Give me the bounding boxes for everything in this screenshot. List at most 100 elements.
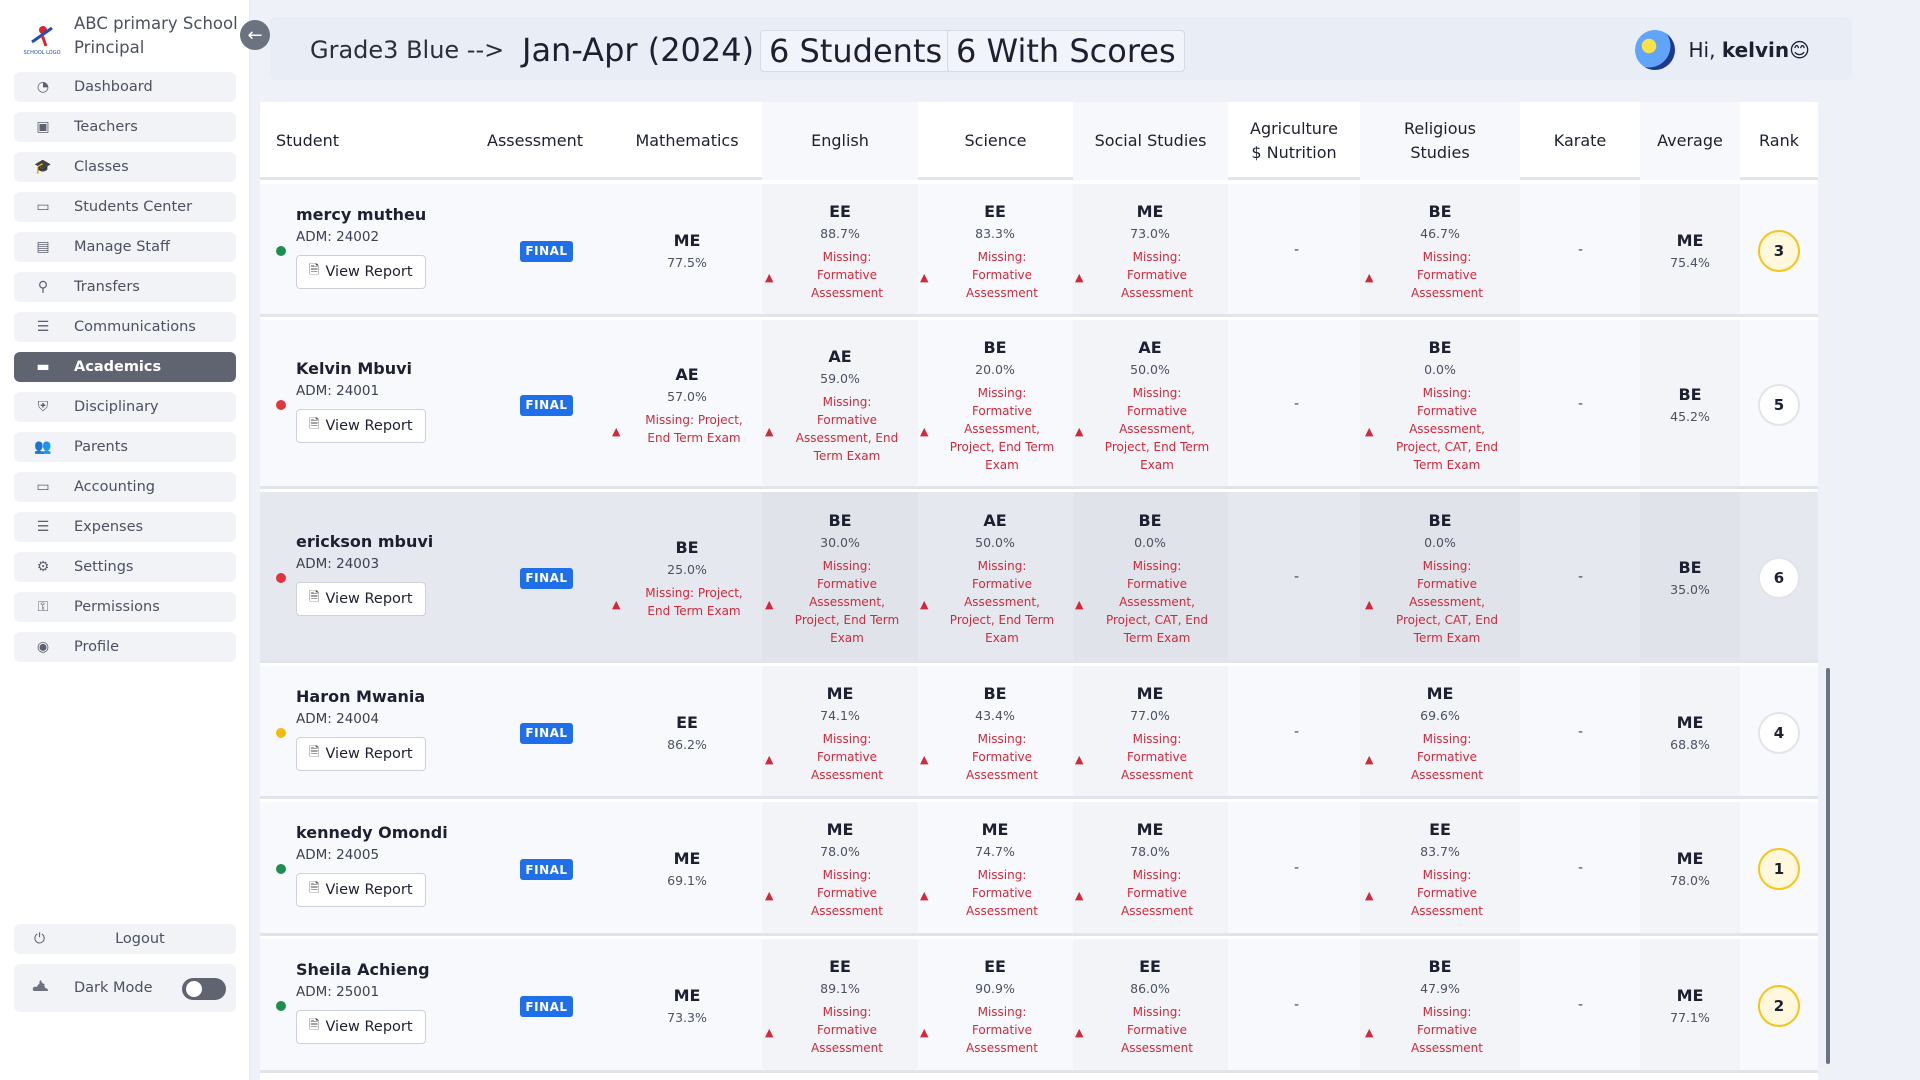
sidebar-item-classes[interactable]: 🎓 Classes (14, 152, 236, 182)
view-report-label: View Report (325, 263, 413, 280)
missing-line: Missing: (1132, 249, 1182, 264)
karate-empty: - (1578, 568, 1584, 585)
warning-icon: ▲ (765, 1026, 774, 1039)
dark-mode-toggle[interactable] (182, 978, 226, 1000)
student-name: mercy mutheu (296, 204, 427, 224)
avatar (1634, 30, 1675, 70)
score-percent: 20.0% (975, 361, 1015, 377)
warning-icon: ▲ (612, 597, 621, 611)
missing-line: Formative (816, 576, 878, 591)
average-percent: 68.8% (1670, 736, 1710, 752)
missing-line: Assessment (811, 904, 883, 918)
graduation-cap-icon: 🎓 (34, 159, 52, 175)
missing-line: Missing: (822, 394, 872, 409)
missing-line: Missing: (1422, 731, 1472, 746)
missing-assessments-note: ▲ Missing: Formative Assessment (765, 866, 915, 920)
missing-assessments-note: ▲ Missing: Formative Assessment, Project, En… (920, 384, 1070, 474)
document-icon: 🗎 (309, 416, 320, 432)
average-grade: ME (1676, 712, 1704, 732)
score-percent: 83.3% (975, 225, 1015, 241)
warning-icon: ▲ (765, 270, 774, 284)
assessment-badge: FINAL (520, 996, 573, 1017)
average-percent: 75.4% (1670, 254, 1710, 270)
view-report-button[interactable]: 🗎 View Report (296, 1010, 426, 1044)
score-percent: 25.0% (667, 561, 707, 577)
score-cell-english: BE 30.0% ▲ Missing: Formative Assessment, Proj… (765, 509, 915, 647)
rank-badge: 6 (1758, 556, 1800, 599)
missing-line: Missing: (822, 868, 872, 882)
col-rank: Rank (1759, 131, 1799, 150)
sidebar-item-teachers[interactable]: ▣ Teachers (14, 112, 236, 142)
missing-line: Missing: (822, 558, 872, 573)
view-report-button[interactable]: 🗎 View Report (296, 254, 426, 289)
sidebar-item-disciplinary[interactable]: ⛨ Disciplinary (14, 392, 236, 422)
missing-line: Project, End Term (1104, 439, 1210, 454)
grade-label: ME (826, 820, 854, 839)
student-name: Sheila Achieng (296, 960, 430, 979)
term-period: Jan-Apr (2024) (522, 31, 755, 69)
sidebar-item-label: Permissions (74, 599, 160, 615)
view-report-button[interactable]: 🗎 View Report (296, 581, 426, 616)
score-percent: 90.9% (975, 981, 1015, 996)
scrollbar-thumb[interactable] (1826, 668, 1830, 1064)
view-report-button[interactable]: 🗎 View Report (296, 408, 426, 443)
sidebar-item-parents[interactable]: 👥 Parents (14, 432, 236, 462)
sidebar-item-label: Teachers (74, 119, 138, 135)
student-name: erickson mbuvi (296, 531, 434, 551)
gear-icon: ⚙ (36, 559, 50, 575)
logout-button[interactable]: ⏻ Logout (14, 924, 236, 954)
sidebar-item-dashboard[interactable]: ◔ Dashboard (14, 72, 236, 102)
missing-line: Exam (985, 630, 1019, 645)
sidebar-item-manage-staff[interactable]: ▤ Manage Staff (14, 232, 236, 262)
missing-line: Assessment, (1119, 594, 1195, 609)
sidebar-item-students-center[interactable]: ▭ Students Center (14, 192, 236, 222)
score-cell-social: BE 0.0% ▲ Missing: Formative Assessment, Proje… (1075, 509, 1225, 647)
missing-line: Missing: (1132, 385, 1182, 400)
view-report-button[interactable]: 🗎 View Report (296, 736, 426, 771)
missing-line: Assessment, End (795, 430, 899, 445)
collapse-sidebar-button[interactable]: ← (240, 20, 270, 50)
sidebar-item-label: Dashboard (74, 79, 153, 95)
grade-label: BE (983, 337, 1007, 357)
missing-line: Missing: (1132, 1005, 1182, 1019)
status-dot (276, 245, 286, 256)
sidebar-item-label: Academics (74, 359, 162, 375)
score-cell-social: ME 73.0% ▲ Missing: Formative Assessment (1075, 200, 1225, 302)
moon-cloud-icon (32, 978, 54, 998)
col-english: English (762, 102, 918, 180)
view-report-button[interactable]: 🗎 View Report (296, 873, 426, 907)
missing-line: Missing: (977, 558, 1027, 573)
score-cell-science: AE 50.0% ▲ Missing: Formative Assessment, Proj… (920, 509, 1070, 647)
grade-label: ME (673, 230, 701, 250)
missing-line: Formative (1416, 1023, 1478, 1037)
sidebar-item-transfers[interactable]: ⚲ Transfers (14, 272, 236, 302)
users-icon: 👥 (34, 439, 52, 455)
missing-line: Assessment (1121, 285, 1193, 300)
missing-line: Formative (1126, 267, 1188, 282)
warning-icon: ▲ (920, 889, 929, 902)
missing-assessments-note: ▲ Missing: Formative Assessment, Project, En… (765, 557, 915, 647)
missing-assessments-note: ▲ Missing: Formative Assessment (765, 248, 915, 302)
sidebar-item-permissions[interactable]: ⚿ Permissions (14, 592, 236, 622)
missing-line: Assessment (966, 767, 1038, 782)
sidebar-item-label: Disciplinary (74, 399, 159, 415)
karate-empty: - (1578, 860, 1584, 876)
missing-assessments-note: ▲ Missing: Formative Assessment (1365, 1003, 1515, 1057)
sidebar-item-settings[interactable]: ⚙ Settings (14, 552, 236, 582)
score-percent: 74.1% (820, 707, 860, 723)
score-percent: 77.0% (1130, 707, 1170, 723)
warning-icon: ▲ (765, 597, 774, 611)
document-icon: 🗎 (309, 744, 320, 760)
sidebar-item-label: Settings (74, 559, 134, 575)
user-menu[interactable]: Hi, kelvin😊 (1634, 30, 1810, 70)
missing-line: End Term Exam (647, 430, 741, 445)
sidebar-item-communications[interactable]: ☰ Communications (14, 312, 236, 342)
sidebar-item-expenses[interactable]: ☰ Expenses (14, 512, 236, 542)
sidebar-item-profile[interactable]: ◉ Profile (14, 632, 236, 662)
missing-assessments-note: ▲ Missing: Formative Assessment, End Term Ex… (765, 393, 915, 465)
col-agriculture: Agriculture $ Nutrition (1250, 119, 1338, 162)
dark-mode-row: Dark Mode (14, 964, 236, 1012)
sidebar-item-academics[interactable]: ▬ Academics (14, 352, 236, 382)
sidebar-item-accounting[interactable]: ▭ Accounting (14, 472, 236, 502)
missing-line: Missing: (977, 1005, 1027, 1019)
